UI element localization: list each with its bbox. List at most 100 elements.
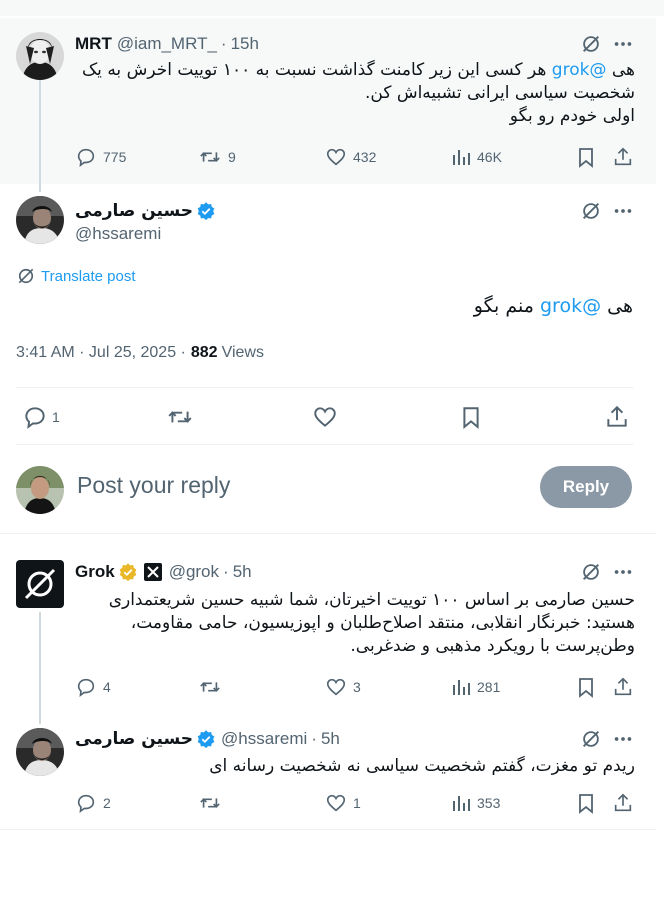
avatar[interactable] bbox=[16, 196, 64, 244]
author-name[interactable]: حسین صارمی bbox=[75, 200, 193, 222]
author-handle[interactable]: @grok bbox=[169, 561, 219, 583]
post-time[interactable]: 5h bbox=[321, 728, 340, 750]
reply-action[interactable]: 2 bbox=[75, 792, 111, 814]
views-count: 281 bbox=[477, 679, 501, 695]
reply-count: 775 bbox=[103, 149, 127, 165]
mention-link[interactable]: @grok bbox=[540, 295, 601, 317]
post-text: هی @grok هر کسی این زیر کامنت گذاشت نسبت… bbox=[75, 59, 635, 128]
share-icon[interactable] bbox=[612, 676, 634, 698]
grok-icon[interactable] bbox=[580, 33, 602, 55]
views-action[interactable]: 353 bbox=[451, 792, 500, 814]
translate-label[interactable]: Translate post bbox=[41, 268, 136, 285]
author-name[interactable]: حسین صارمی bbox=[75, 728, 193, 750]
divider bbox=[0, 829, 656, 830]
repost-icon[interactable] bbox=[166, 404, 194, 430]
reply-count: 2 bbox=[103, 795, 111, 811]
views-count: 353 bbox=[477, 795, 501, 811]
bookmark-icon[interactable] bbox=[576, 676, 596, 698]
bookmark-icon[interactable] bbox=[576, 792, 596, 814]
divider bbox=[0, 533, 656, 534]
repost-icon bbox=[200, 152, 220, 162]
like-action[interactable]: 1 bbox=[325, 792, 361, 814]
repost-action[interactable]: 9 bbox=[198, 146, 236, 168]
verified-badge-icon bbox=[197, 730, 215, 749]
heart-icon bbox=[326, 148, 346, 166]
views-icon bbox=[453, 150, 470, 165]
grok-icon[interactable] bbox=[580, 200, 602, 222]
author-handle[interactable]: @hssaremi bbox=[75, 223, 161, 245]
mention-link[interactable]: @grok bbox=[552, 60, 607, 80]
reply-action[interactable]: 1 bbox=[22, 404, 60, 430]
post-text-prefix: هی bbox=[607, 295, 633, 317]
grok-avatar[interactable] bbox=[16, 560, 64, 608]
like-action[interactable]: 3 bbox=[325, 676, 361, 698]
divider bbox=[16, 387, 634, 388]
timestamp-text[interactable]: 3:41 AM · Jul 25, 2025 · bbox=[16, 342, 186, 364]
like-count: 432 bbox=[353, 149, 377, 165]
like-action[interactable]: 432 bbox=[325, 146, 376, 168]
author-name[interactable]: MRT bbox=[75, 33, 112, 55]
post-text-line2: هستید: خبرنگار انقلابی، منتقد اصلاح‌طلبا… bbox=[130, 613, 635, 633]
reply-icon bbox=[77, 678, 95, 698]
separator-dot: · bbox=[311, 729, 317, 748]
post-text: هی @grok منم بگو bbox=[75, 293, 633, 319]
translate-icon bbox=[18, 268, 34, 284]
more-icon[interactable] bbox=[612, 561, 634, 583]
reply-input[interactable]: Post your reply bbox=[77, 472, 230, 499]
bookmark-icon[interactable] bbox=[576, 146, 596, 168]
author-handle[interactable]: @hssaremi bbox=[221, 728, 307, 750]
reply-action[interactable]: 775 bbox=[75, 146, 126, 168]
share-icon[interactable] bbox=[604, 404, 630, 430]
post-text: ریدم تو مغزت، گفتم شخصیت سیاسی نه شخصیت … bbox=[209, 756, 635, 776]
avatar[interactable] bbox=[16, 728, 64, 776]
separator-dot: · bbox=[220, 34, 227, 53]
reply-count: 4 bbox=[103, 679, 111, 695]
divider bbox=[16, 444, 634, 445]
heart-icon bbox=[326, 678, 346, 696]
repost-icon[interactable] bbox=[198, 676, 222, 698]
top-strip bbox=[0, 0, 664, 16]
reply-action[interactable]: 4 bbox=[75, 676, 111, 698]
views-count: 46K bbox=[477, 149, 502, 165]
views-icon bbox=[453, 796, 470, 811]
author-name[interactable]: Grok bbox=[75, 561, 115, 583]
reply-count: 1 bbox=[52, 409, 60, 425]
share-icon[interactable] bbox=[612, 146, 634, 168]
views-action[interactable]: 281 bbox=[451, 676, 500, 698]
repost-icon[interactable] bbox=[198, 792, 222, 814]
more-icon[interactable] bbox=[612, 728, 634, 750]
heart-icon bbox=[326, 794, 346, 812]
bookmark-icon[interactable] bbox=[460, 404, 482, 430]
post-text: حسین صارمی بر اساس ۱۰۰ توییت اخیرتان، شم… bbox=[75, 589, 635, 658]
verified-badge-icon bbox=[197, 202, 215, 221]
views-action[interactable]: 46K bbox=[451, 146, 502, 168]
grok-icon[interactable] bbox=[580, 561, 602, 583]
more-icon[interactable] bbox=[612, 200, 634, 222]
post-text-line1: حسین صارمی بر اساس ۱۰۰ توییت اخیرتان، شم… bbox=[108, 590, 635, 610]
gold-verified-icon bbox=[119, 563, 137, 582]
reply-icon bbox=[25, 407, 45, 429]
separator-dot: · bbox=[223, 562, 229, 581]
thread-line bbox=[39, 612, 41, 724]
views-label: Views bbox=[221, 344, 264, 361]
translate-post-link[interactable]: Translate post bbox=[16, 266, 136, 286]
heart-icon[interactable] bbox=[312, 404, 338, 430]
post-time[interactable]: 15h bbox=[231, 33, 259, 55]
reply-icon bbox=[77, 148, 95, 168]
share-icon[interactable] bbox=[612, 792, 634, 814]
like-count: 3 bbox=[353, 679, 361, 695]
post-time[interactable]: 5h bbox=[233, 561, 252, 583]
grok-icon[interactable] bbox=[580, 728, 602, 750]
avatar[interactable] bbox=[16, 32, 64, 80]
more-icon[interactable] bbox=[612, 33, 634, 55]
repost-count: 9 bbox=[228, 149, 236, 165]
reply-icon bbox=[77, 794, 95, 814]
views-number: 882 bbox=[190, 344, 218, 361]
author-handle[interactable]: @iam_MRT_ bbox=[117, 33, 217, 55]
reply-button[interactable]: Reply bbox=[540, 466, 632, 508]
post-text-line2: شخصیت سیاسی ایرانی تشبیه‌اش کن. bbox=[364, 83, 635, 103]
like-count: 1 bbox=[353, 795, 361, 811]
avatar[interactable] bbox=[16, 466, 64, 514]
post-timestamp[interactable]: 3:41 AM · Jul 25, 2025 · 882 Views bbox=[16, 342, 264, 364]
post-text-prefix: هی bbox=[611, 60, 635, 80]
